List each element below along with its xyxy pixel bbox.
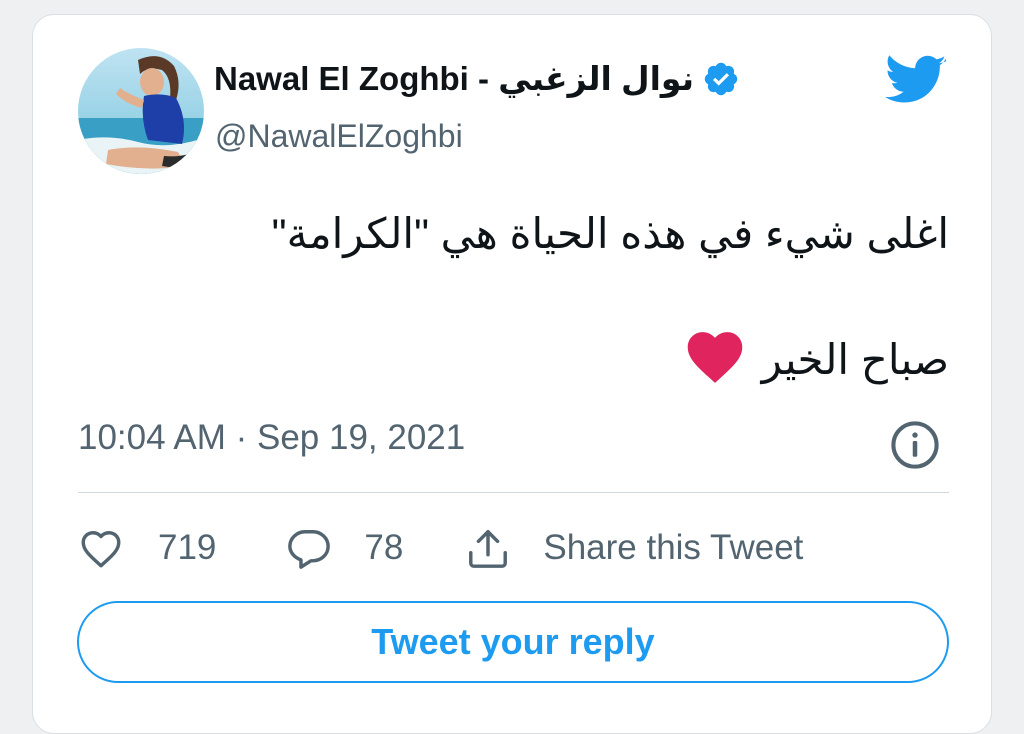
tweet-your-reply-button[interactable]: Tweet your reply: [77, 601, 949, 683]
reply-count: 78: [364, 528, 404, 567]
reply-action-button[interactable]: 78: [286, 526, 403, 570]
action-bar: 719 78 Share this Tweet: [78, 520, 803, 576]
speech-bubble-icon: [286, 526, 332, 570]
red-heart-emoji-icon: [682, 324, 748, 398]
reply-button-label: Tweet your reply: [371, 621, 655, 662]
like-button[interactable]: 719: [78, 527, 216, 569]
avatar[interactable]: [78, 48, 204, 174]
verified-badge-icon: [702, 60, 740, 98]
share-upload-icon: [465, 526, 511, 570]
share-label: Share this Tweet: [543, 528, 804, 567]
info-icon[interactable]: [888, 418, 942, 472]
tweet-text-line: اغلى شيء في هذه الحياة هي "الكرامة": [271, 210, 949, 257]
like-count: 719: [158, 528, 217, 567]
twitter-bird-icon[interactable]: [885, 55, 947, 112]
tweet-card: Nawal El Zoghbi - نوال الزغبي @NawalElZo…: [32, 14, 992, 734]
share-button[interactable]: Share this Tweet: [465, 526, 803, 570]
display-name[interactable]: Nawal El Zoghbi - نوال الزغبي: [214, 59, 740, 98]
display-name-text: Nawal El Zoghbi - نوال الزغبي: [214, 60, 695, 97]
heart-outline-icon: [78, 527, 124, 569]
tweet-timestamp[interactable]: 10:04 AM · Sep 19, 2021: [78, 418, 465, 458]
tweet-text-greeting: صباح الخير: [761, 336, 949, 384]
tweet-text-line: صباح الخير: [69, 324, 949, 398]
user-handle[interactable]: @NawalElZoghbi: [215, 118, 463, 155]
tweet-text: اغلى شيء في هذه الحياة هي "الكرامة" صباح…: [69, 207, 949, 397]
divider: [78, 492, 949, 493]
